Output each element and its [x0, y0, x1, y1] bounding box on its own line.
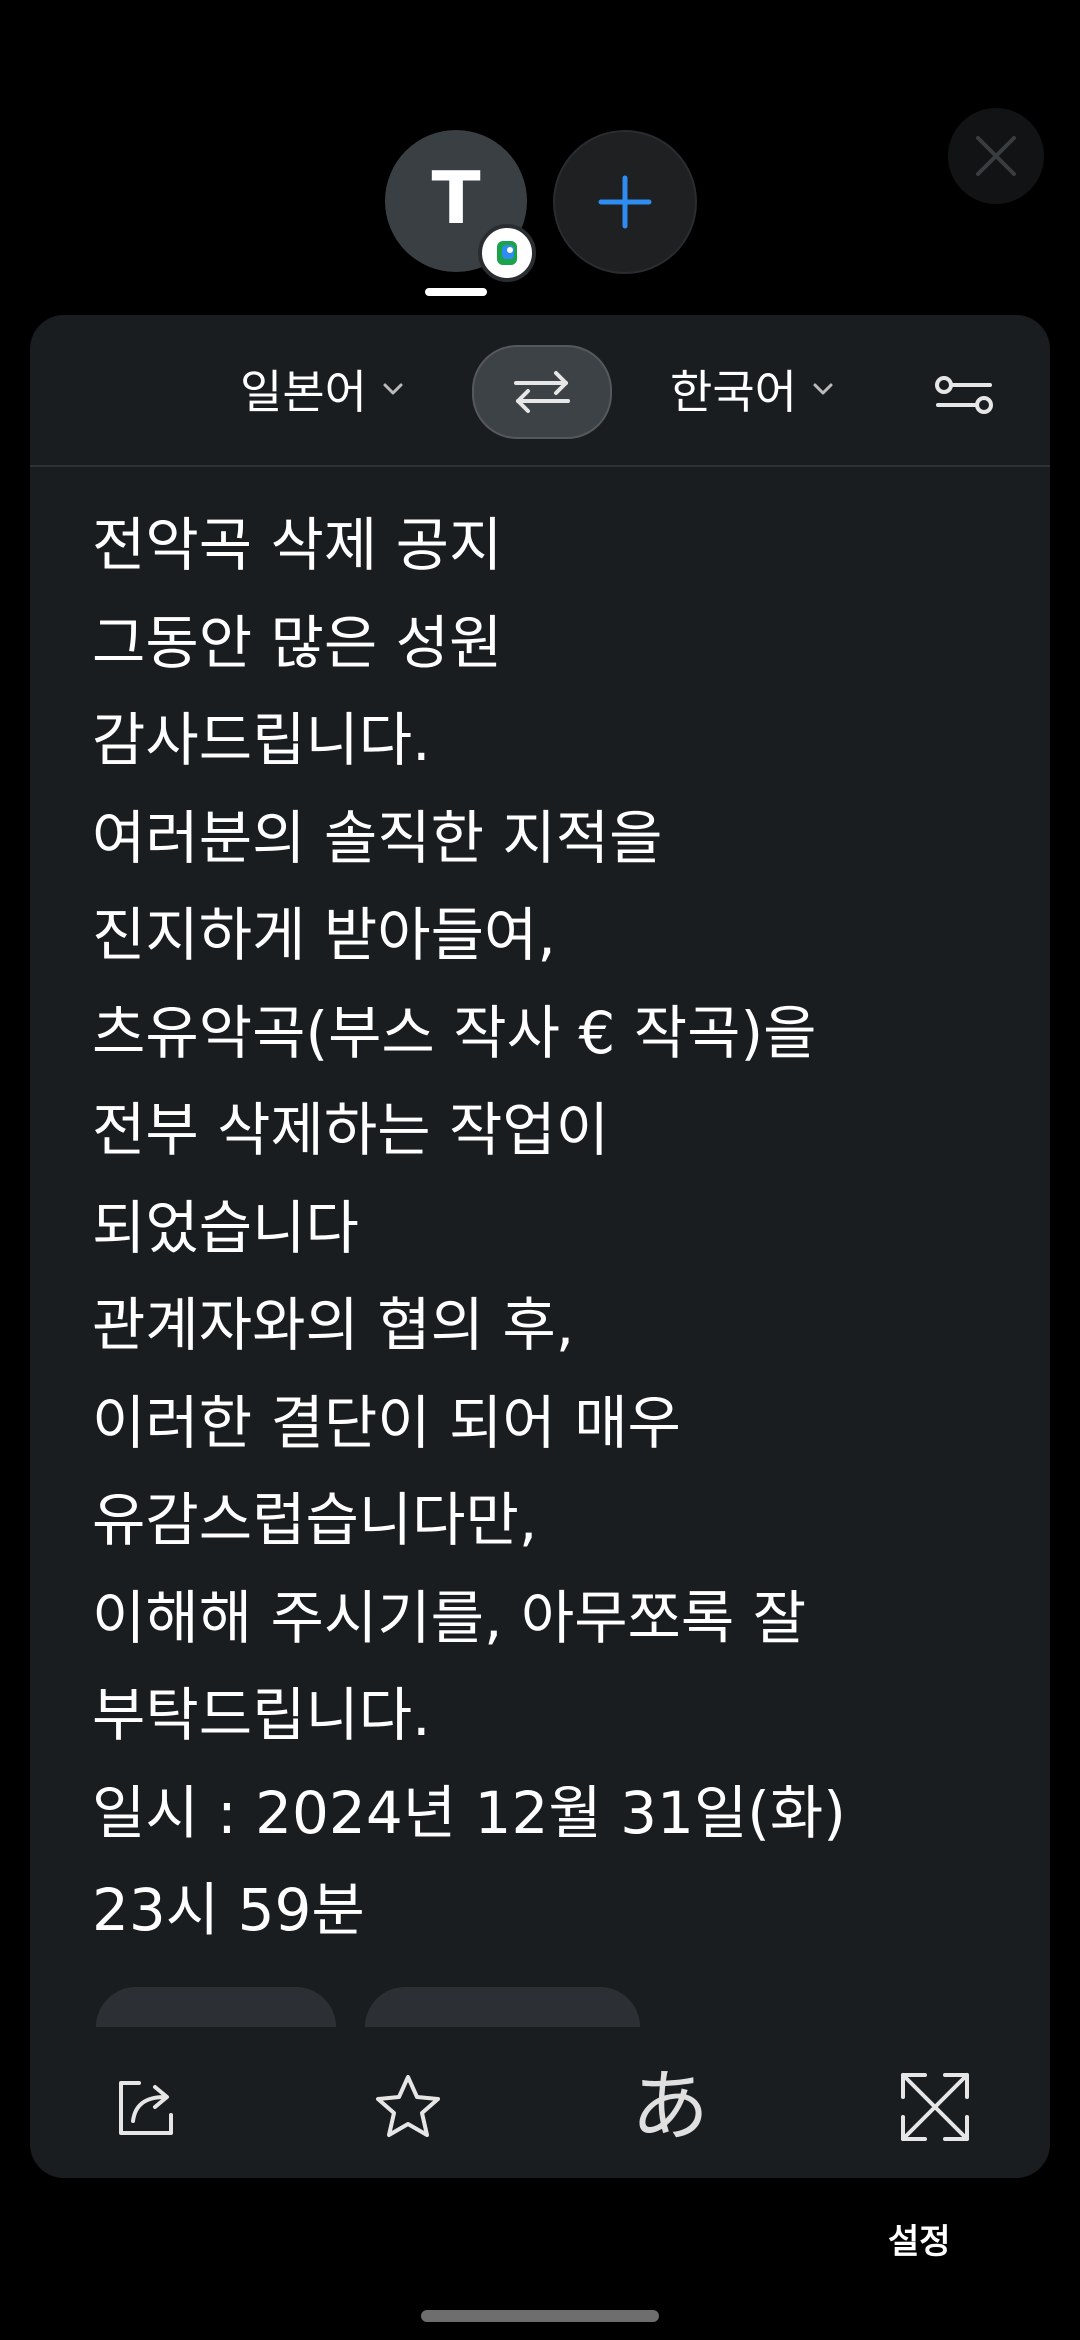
star-icon: [376, 2075, 440, 2137]
swap-arrows-icon: [514, 371, 570, 413]
translated-line: 진지하게 받아들여,: [92, 901, 556, 969]
favorite-button[interactable]: [358, 2057, 458, 2157]
home-indicator[interactable]: [421, 2310, 659, 2322]
active-tab-indicator: [425, 288, 487, 296]
translated-line: 전악곡 삭제 공지: [92, 511, 503, 579]
swap-languages-button[interactable]: [472, 345, 612, 439]
hiragana-label: あ: [630, 2062, 709, 2152]
chevron-down-icon: [381, 377, 405, 401]
sliders-icon: [935, 376, 993, 414]
suggestion-chip[interactable]: [96, 1987, 336, 2027]
translation-card: 일본어 한국어 전악곡 삭제 공지 그동안 많은 성원 감사드립니다. 여러분의…: [30, 315, 1050, 2178]
settings-link[interactable]: 설정: [888, 2214, 951, 2263]
source-language-dropdown[interactable]: 일본어: [240, 357, 405, 421]
chevron-down-icon: [811, 377, 835, 401]
translated-line: 23시 59분: [92, 1876, 365, 1944]
suggestion-chip[interactable]: [365, 1987, 640, 2027]
share-icon: [119, 2081, 173, 2135]
translator-screen: T 일본어 한국어 전악곡 삭제 공지 그동안 많은 성원 감사드립니다. 여러…: [0, 0, 1080, 2340]
translation-settings-button[interactable]: [932, 363, 996, 427]
reading-mode-button[interactable]: あ: [620, 2057, 720, 2157]
translated-line: 전부 삭제하는 작업이: [92, 1096, 610, 1164]
language-bar-divider: [30, 465, 1050, 467]
add-tab-button[interactable]: [553, 130, 697, 274]
translated-line: 관계자와의 협의 후,: [92, 1291, 575, 1359]
language-bar: 일본어 한국어: [30, 315, 1050, 465]
translated-line: 일시 : 2024년 12월 31일(화): [92, 1778, 846, 1847]
translated-text: 전악곡 삭제 공지 그동안 많은 성원 감사드립니다. 여러분의 솔직한 지적을…: [92, 497, 1012, 1960]
active-tab-letter: T: [431, 156, 481, 240]
expand-button[interactable]: [885, 2057, 985, 2157]
card-action-bar: あ: [30, 2027, 1050, 2177]
translated-line: 감사드립니다.: [92, 706, 431, 774]
close-icon: [976, 136, 1016, 176]
app-badge-icon: [478, 224, 536, 282]
translated-line: 유감스럽습니다만,: [92, 1486, 538, 1554]
translated-line: 이해해 주시기를, 아무쪼록 잘: [92, 1583, 807, 1652]
suggestion-chips-row: [30, 1987, 1050, 2027]
translated-line: 여러분의 솔직한 지적을: [92, 803, 663, 872]
expand-icon: [901, 2073, 969, 2141]
translated-line: 츠유악곡(부스 작사 € 작곡)을: [92, 998, 817, 1067]
translated-line: 부탁드립니다.: [92, 1681, 431, 1749]
translated-line: 이러한 결단이 되어 매우: [92, 1388, 681, 1457]
target-language-label: 한국어: [670, 365, 797, 419]
plus-icon: [598, 175, 652, 229]
share-button[interactable]: [95, 2057, 195, 2157]
translated-line: 그동안 많은 성원: [92, 608, 503, 677]
target-language-dropdown[interactable]: 한국어: [670, 357, 835, 421]
source-language-label: 일본어: [240, 365, 367, 419]
close-button[interactable]: [948, 108, 1044, 204]
translated-line: 되었습니다: [92, 1193, 359, 1262]
